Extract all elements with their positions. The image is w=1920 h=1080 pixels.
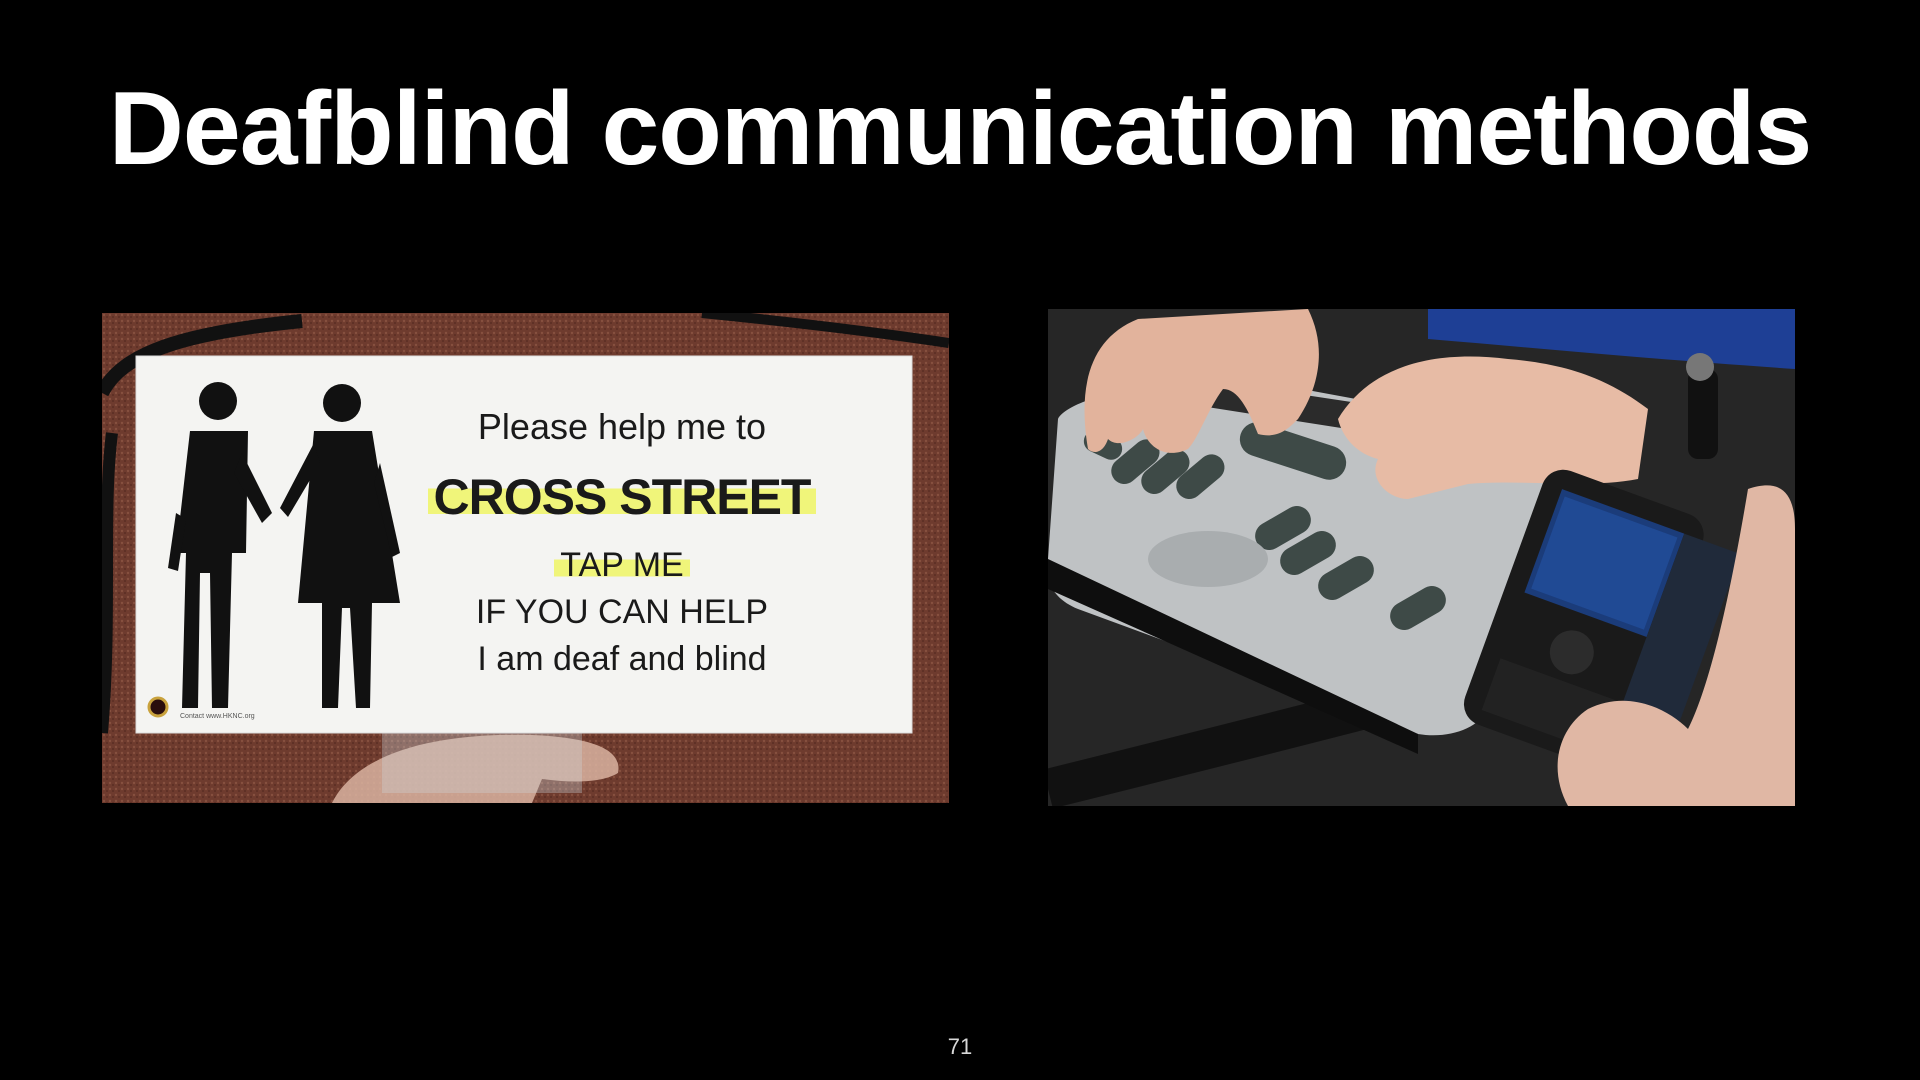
page-number: 71 bbox=[947, 1034, 973, 1059]
card-line-deaf-and-blind: I am deaf and blind bbox=[477, 640, 767, 678]
braille-device-photo bbox=[1048, 309, 1795, 806]
braille-display-with-phone-icon bbox=[1048, 309, 1795, 806]
card-line-please-help: Please help me to bbox=[477, 406, 767, 447]
card-line-if-you-can-help: IF YOU CAN HELP bbox=[475, 593, 769, 631]
card-line-tap-me: TAP ME bbox=[422, 546, 822, 585]
card-line-cross-street: CROSS STREET bbox=[422, 468, 822, 526]
card-photo: Please help me to CROSS STREET TAP ME IF… bbox=[102, 313, 949, 803]
slide-title: Deafblind communication methods bbox=[108, 71, 1812, 187]
slide: Deafblind communication methods Please h… bbox=[0, 0, 1920, 1080]
card-contact: Contact www.HKNC.org bbox=[180, 713, 255, 720]
